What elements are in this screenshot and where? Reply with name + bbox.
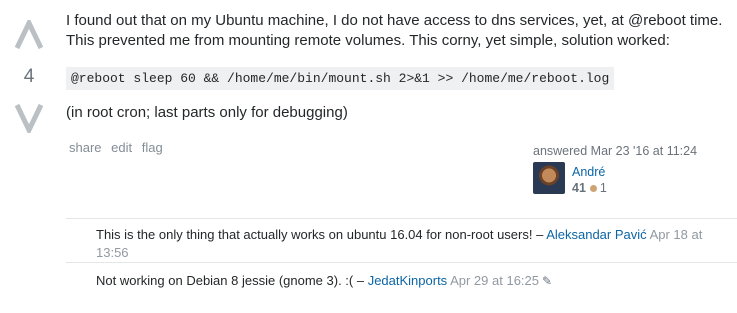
share-link[interactable]: share — [69, 140, 102, 155]
downvote-arrow-icon[interactable] — [14, 103, 44, 133]
post-menu: share edit flag — [69, 140, 169, 155]
avatar[interactable] — [533, 162, 565, 194]
answered-timestamp[interactable]: answered Mar 23 '16 at 11:24 — [533, 144, 697, 158]
upvote-arrow-icon[interactable] — [14, 20, 44, 50]
comment-user-link[interactable]: JedatKinports — [368, 273, 448, 288]
comment-divider — [66, 218, 737, 219]
comment-text: This is the only thing that actually wor… — [96, 227, 547, 242]
comment-date[interactable]: Apr 29 at 16:25 — [450, 273, 539, 288]
comment-user-link[interactable]: Aleksandar Pavić — [546, 227, 646, 242]
reputation-score: 41 — [572, 181, 586, 195]
comment-text: Not working on Debian 8 jessie (gnome 3)… — [96, 273, 368, 288]
bronze-badge-count: 1 — [599, 181, 607, 195]
code-snippet: @reboot sleep 60 && /home/me/bin/mount.s… — [66, 67, 615, 90]
comment: This is the only thing that actually wor… — [96, 226, 726, 262]
user-reputation: 41 1 — [572, 181, 607, 195]
bronze-badge-icon — [589, 184, 597, 192]
edit-link[interactable]: edit — [111, 140, 132, 155]
user-name-link[interactable]: André — [572, 165, 605, 179]
vote-count: 4 — [23, 66, 35, 87]
comment-divider — [66, 262, 737, 263]
answer-paragraph: I found out that on my Ubuntu machine, I… — [66, 12, 723, 49]
flag-link[interactable]: flag — [142, 140, 163, 155]
edit-pencil-icon: ✎ — [542, 274, 553, 288]
answer-note: (in root cron; last parts only for debug… — [66, 104, 348, 121]
comment: Not working on Debian 8 jessie (gnome 3)… — [96, 272, 726, 290]
